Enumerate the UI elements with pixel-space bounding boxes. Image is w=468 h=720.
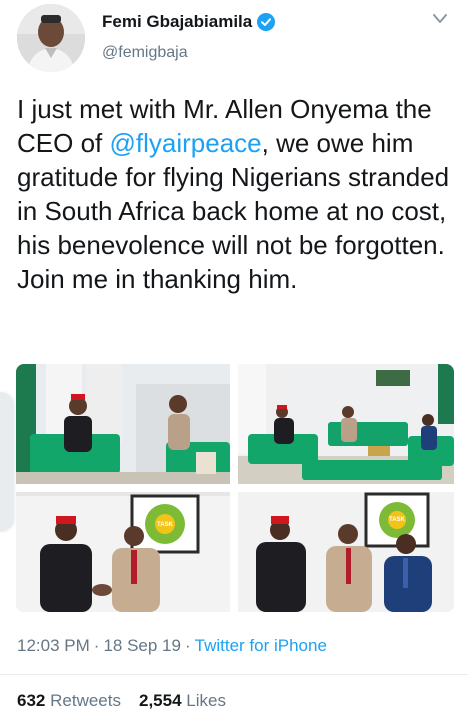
display-name[interactable]: Femi Gbajabiamila bbox=[102, 12, 252, 32]
divider bbox=[0, 674, 468, 675]
tweet-header: Femi Gbajabiamila @femigbaja bbox=[0, 0, 468, 84]
tweet-date[interactable]: 18 Sep 19 bbox=[103, 636, 181, 655]
photo-4[interactable]: TASK bbox=[238, 492, 454, 612]
photo-1[interactable] bbox=[16, 364, 230, 484]
user-handle[interactable]: @femigbaja bbox=[102, 44, 188, 62]
photo-grid: TASK TASK bbox=[16, 364, 454, 612]
photo-2[interactable] bbox=[238, 364, 454, 484]
side-panel-handle[interactable] bbox=[0, 392, 14, 532]
meta-separator-2: · bbox=[184, 636, 191, 655]
tweet-source-link[interactable]: Twitter for iPhone bbox=[195, 636, 327, 655]
meta-separator: · bbox=[93, 636, 100, 655]
tweet-text: I just met with Mr. Allen Onyema the CEO… bbox=[17, 92, 457, 296]
likes-stat[interactable]: 2,554 Likes bbox=[139, 691, 226, 710]
photo-3[interactable]: TASK bbox=[16, 492, 230, 612]
likes-label: Likes bbox=[186, 691, 226, 710]
display-name-row: Femi Gbajabiamila bbox=[102, 12, 276, 32]
likes-count: 2,554 bbox=[138, 691, 182, 710]
tweet-stats: 632 Retweets 2,554 Likes bbox=[17, 691, 226, 711]
retweets-count: 632 bbox=[17, 691, 46, 710]
tweet-time[interactable]: 12:03 PM bbox=[17, 636, 90, 655]
tweet-meta: 12:03 PM · 18 Sep 19 · Twitter for iPhone bbox=[17, 636, 327, 656]
chevron-down-icon[interactable] bbox=[432, 12, 448, 26]
avatar[interactable] bbox=[17, 4, 85, 72]
retweets-label: Retweets bbox=[50, 691, 121, 710]
mention-link[interactable]: @flyairpeace bbox=[109, 128, 261, 158]
photo-4-logo-text: TASK bbox=[389, 517, 405, 523]
verified-badge-icon bbox=[257, 13, 276, 31]
retweets-stat[interactable]: 632 Retweets bbox=[17, 691, 121, 710]
photo-3-logo-text: TASK bbox=[157, 522, 173, 528]
